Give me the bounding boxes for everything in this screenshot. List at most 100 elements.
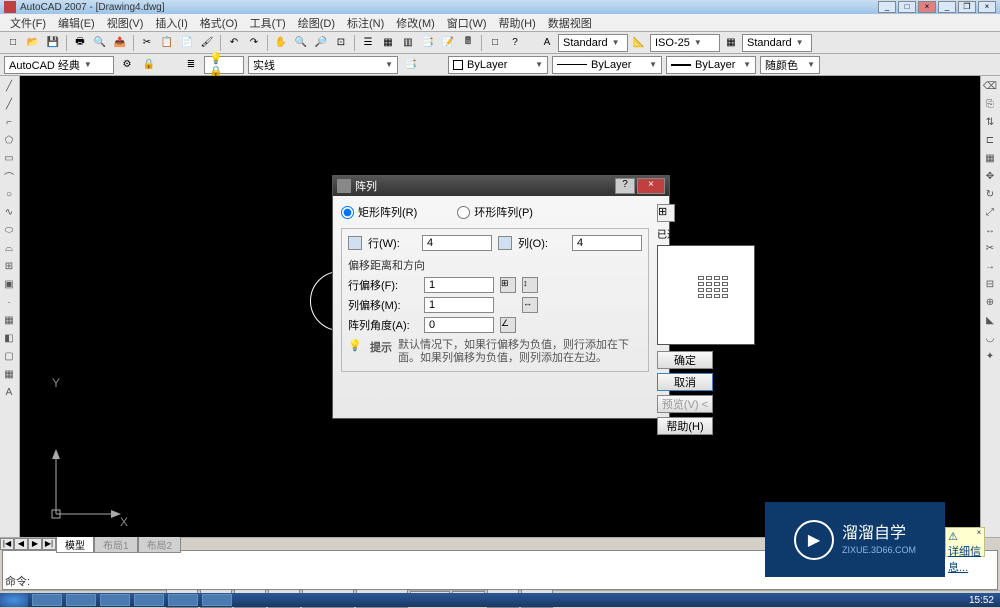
table-icon[interactable]: ▦ bbox=[0, 366, 18, 382]
menu-insert[interactable]: 插入(I) bbox=[149, 13, 193, 33]
task-item[interactable] bbox=[168, 594, 198, 606]
row-offset-input[interactable] bbox=[424, 277, 494, 293]
task-item[interactable] bbox=[100, 594, 130, 606]
help-button[interactable]: 帮助(H) bbox=[657, 417, 713, 435]
point-icon[interactable]: · bbox=[0, 294, 18, 310]
layer-manager-icon[interactable]: ≣ bbox=[182, 56, 200, 74]
save-icon[interactable]: 💾 bbox=[44, 34, 62, 52]
offset-icon[interactable]: ⊏ bbox=[981, 132, 999, 148]
color-dropdown[interactable]: ByLayer▼ bbox=[448, 56, 548, 74]
task-item[interactable] bbox=[66, 594, 96, 606]
new-icon[interactable]: □ bbox=[4, 34, 22, 52]
print-icon[interactable]: 🖶 bbox=[71, 34, 89, 52]
makeblock-icon[interactable]: ▣ bbox=[0, 276, 18, 292]
pick-both-button[interactable]: ⊞ bbox=[500, 277, 516, 293]
menu-dataview[interactable]: 数据视图 bbox=[542, 13, 598, 33]
menu-view[interactable]: 视图(V) bbox=[101, 13, 150, 33]
array-icon[interactable]: ▦ bbox=[981, 150, 999, 166]
stretch-icon[interactable]: ↔ bbox=[981, 222, 999, 238]
rotate-icon[interactable]: ↻ bbox=[981, 186, 999, 202]
preview-icon[interactable]: 🔍 bbox=[91, 34, 109, 52]
erase-icon[interactable]: ⌫ bbox=[981, 78, 999, 94]
pan-icon[interactable]: ✋ bbox=[272, 34, 290, 52]
copy-obj-icon[interactable]: ⎘ bbox=[981, 96, 999, 112]
extend-icon[interactable]: → bbox=[981, 258, 999, 274]
paste-icon[interactable]: 📄 bbox=[178, 34, 196, 52]
mirror-icon[interactable]: ⇅ bbox=[981, 114, 999, 130]
menu-edit[interactable]: 编辑(E) bbox=[52, 13, 101, 33]
palettes-icon[interactable]: ▥ bbox=[399, 34, 417, 52]
col-offset-input[interactable] bbox=[424, 297, 494, 313]
rectangle-icon[interactable]: ▭ bbox=[0, 150, 18, 166]
publish-icon[interactable]: 📤 bbox=[111, 34, 129, 52]
cols-input[interactable] bbox=[572, 235, 642, 251]
dialog-titlebar[interactable]: 阵列 ? × bbox=[333, 176, 669, 196]
layer-state-dropdown[interactable]: 💡🔒 bbox=[204, 56, 244, 74]
dimstyle-dropdown[interactable]: ISO-25▼ bbox=[650, 34, 720, 52]
system-clock[interactable]: 15:52 bbox=[963, 595, 1000, 606]
ellipsearc-icon[interactable]: ⌓ bbox=[0, 240, 18, 256]
fillet-icon[interactable]: ◡ bbox=[981, 330, 999, 346]
menu-draw[interactable]: 绘图(D) bbox=[292, 13, 341, 33]
dialog-close-button[interactable]: × bbox=[637, 178, 665, 194]
start-button[interactable] bbox=[0, 593, 28, 607]
join-icon[interactable]: ⊕ bbox=[981, 294, 999, 310]
tab-last-button[interactable]: ▶| bbox=[42, 538, 56, 550]
cancel-button[interactable]: 取消 bbox=[657, 373, 713, 391]
dialog-help-button[interactable]: ? bbox=[615, 178, 635, 194]
menu-tools[interactable]: 工具(T) bbox=[244, 13, 292, 33]
task-item[interactable] bbox=[134, 594, 164, 606]
sheetset-icon[interactable]: 📑 bbox=[419, 34, 437, 52]
doc-minimize-button[interactable]: _ bbox=[938, 1, 956, 13]
tablestyle-icon[interactable]: ▦ bbox=[722, 34, 740, 52]
designcenter-icon[interactable]: ▦ bbox=[379, 34, 397, 52]
help-icon[interactable]: ? bbox=[506, 34, 524, 52]
tooltip-link[interactable]: 详细信息... bbox=[948, 546, 981, 574]
select-objects-button[interactable]: ⊞ bbox=[657, 204, 675, 222]
tab-layout2[interactable]: 布局2 bbox=[138, 536, 182, 553]
lineweight-dropdown[interactable]: ByLayer▼ bbox=[666, 56, 756, 74]
explode-icon[interactable]: ✦ bbox=[981, 348, 999, 364]
radio-rectangular[interactable]: 矩形阵列(R) bbox=[341, 204, 417, 220]
chamfer-icon[interactable]: ◣ bbox=[981, 312, 999, 328]
polyline-icon[interactable]: ⌐ bbox=[0, 114, 18, 130]
insert-icon[interactable]: ⊞ bbox=[0, 258, 18, 274]
angle-input[interactable] bbox=[424, 317, 494, 333]
textstyle-dropdown[interactable]: Standard▼ bbox=[558, 34, 628, 52]
line-icon[interactable]: ╱ bbox=[0, 78, 18, 94]
tooltip-close-button[interactable]: × bbox=[974, 528, 984, 538]
preview-button[interactable]: 预览(V) < bbox=[657, 395, 713, 413]
plotstyle-dropdown[interactable]: 随颜色▼ bbox=[760, 56, 820, 74]
redo-icon[interactable]: ↷ bbox=[245, 34, 263, 52]
doc-close-button[interactable]: × bbox=[978, 1, 996, 13]
block-icon[interactable]: □ bbox=[486, 34, 504, 52]
cut-icon[interactable]: ✂ bbox=[138, 34, 156, 52]
doc-restore-button[interactable]: ❐ bbox=[958, 1, 976, 13]
arc-icon[interactable]: ⌒ bbox=[0, 168, 18, 184]
xline-icon[interactable]: ╱ bbox=[0, 96, 18, 112]
gradient-icon[interactable]: ◧ bbox=[0, 330, 18, 346]
close-button[interactable]: × bbox=[918, 1, 936, 13]
dimstyle-icon[interactable]: 📐 bbox=[630, 34, 648, 52]
ok-button[interactable]: 确定 bbox=[657, 351, 713, 369]
mtext-icon[interactable]: A bbox=[0, 384, 18, 400]
undo-icon[interactable]: ↶ bbox=[225, 34, 243, 52]
task-item[interactable] bbox=[202, 594, 232, 606]
tab-next-button[interactable]: ▶ bbox=[28, 538, 42, 550]
menu-modify[interactable]: 修改(M) bbox=[390, 13, 441, 33]
match-icon[interactable]: 🖌 bbox=[198, 34, 216, 52]
move-icon[interactable]: ✥ bbox=[981, 168, 999, 184]
scale-icon[interactable]: ⤢ bbox=[981, 204, 999, 220]
workspace-settings-icon[interactable]: ⚙ bbox=[118, 56, 136, 74]
tablestyle-dropdown[interactable]: Standard▼ bbox=[742, 34, 812, 52]
workspace-lock-icon[interactable]: 🔒 bbox=[140, 56, 158, 74]
menu-help[interactable]: 帮助(H) bbox=[493, 13, 542, 33]
menu-format[interactable]: 格式(O) bbox=[194, 13, 244, 33]
linetype-name-dropdown[interactable]: 实线▼ bbox=[248, 56, 398, 74]
pick-row-button[interactable]: ↕ bbox=[522, 277, 538, 293]
break-icon[interactable]: ⊟ bbox=[981, 276, 999, 292]
ellipse-icon[interactable]: ⬭ bbox=[0, 222, 18, 238]
minimize-button[interactable]: _ bbox=[878, 1, 896, 13]
task-item[interactable] bbox=[32, 594, 62, 606]
tab-layout1[interactable]: 布局1 bbox=[94, 536, 138, 553]
